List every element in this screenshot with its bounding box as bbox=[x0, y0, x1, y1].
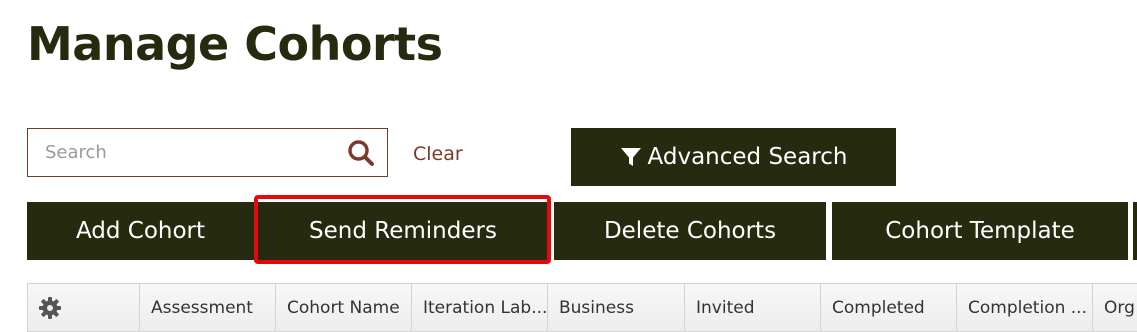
advanced-search-label: Advanced Search bbox=[647, 144, 848, 170]
column-header-completion[interactable]: Completion ... bbox=[957, 284, 1093, 331]
column-header-cohort-name[interactable]: Cohort Name bbox=[276, 284, 412, 331]
cohort-template-label: Cohort Template bbox=[885, 218, 1075, 244]
page-title: Manage Cohorts bbox=[27, 17, 443, 71]
column-header-assessment[interactable]: Assessment bbox=[140, 284, 276, 331]
search-box bbox=[27, 128, 388, 177]
column-header-invited[interactable]: Invited bbox=[685, 284, 821, 331]
clear-link[interactable]: Clear bbox=[413, 142, 463, 166]
delete-cohorts-button[interactable]: Delete Cohorts bbox=[554, 202, 826, 260]
column-header-org[interactable]: Org bbox=[1093, 284, 1137, 331]
send-reminders-button[interactable]: Send Reminders bbox=[258, 202, 548, 260]
column-header-business[interactable]: Business bbox=[548, 284, 685, 331]
send-reminders-label: Send Reminders bbox=[309, 218, 497, 244]
column-settings[interactable] bbox=[27, 284, 140, 331]
manage-cohorts-page: Manage Cohorts Clear Advanced Search Add… bbox=[0, 0, 1137, 332]
more-actions-button[interactable] bbox=[1133, 202, 1137, 260]
column-header-completed[interactable]: Completed bbox=[821, 284, 957, 331]
filter-icon bbox=[620, 146, 642, 168]
column-header-iteration-label[interactable]: Iteration Lab... bbox=[412, 284, 548, 331]
delete-cohorts-label: Delete Cohorts bbox=[603, 218, 777, 244]
gear-icon[interactable] bbox=[38, 296, 62, 320]
advanced-search-button[interactable]: Advanced Search bbox=[571, 128, 896, 186]
cohort-template-button[interactable]: Cohort Template bbox=[832, 202, 1128, 260]
search-input[interactable] bbox=[28, 129, 338, 176]
table-header: Assessment Cohort Name Iteration Lab... … bbox=[27, 283, 1137, 332]
search-icon[interactable] bbox=[347, 139, 375, 167]
add-cohort-label: Add Cohort bbox=[75, 218, 206, 244]
add-cohort-button[interactable]: Add Cohort bbox=[27, 202, 254, 260]
